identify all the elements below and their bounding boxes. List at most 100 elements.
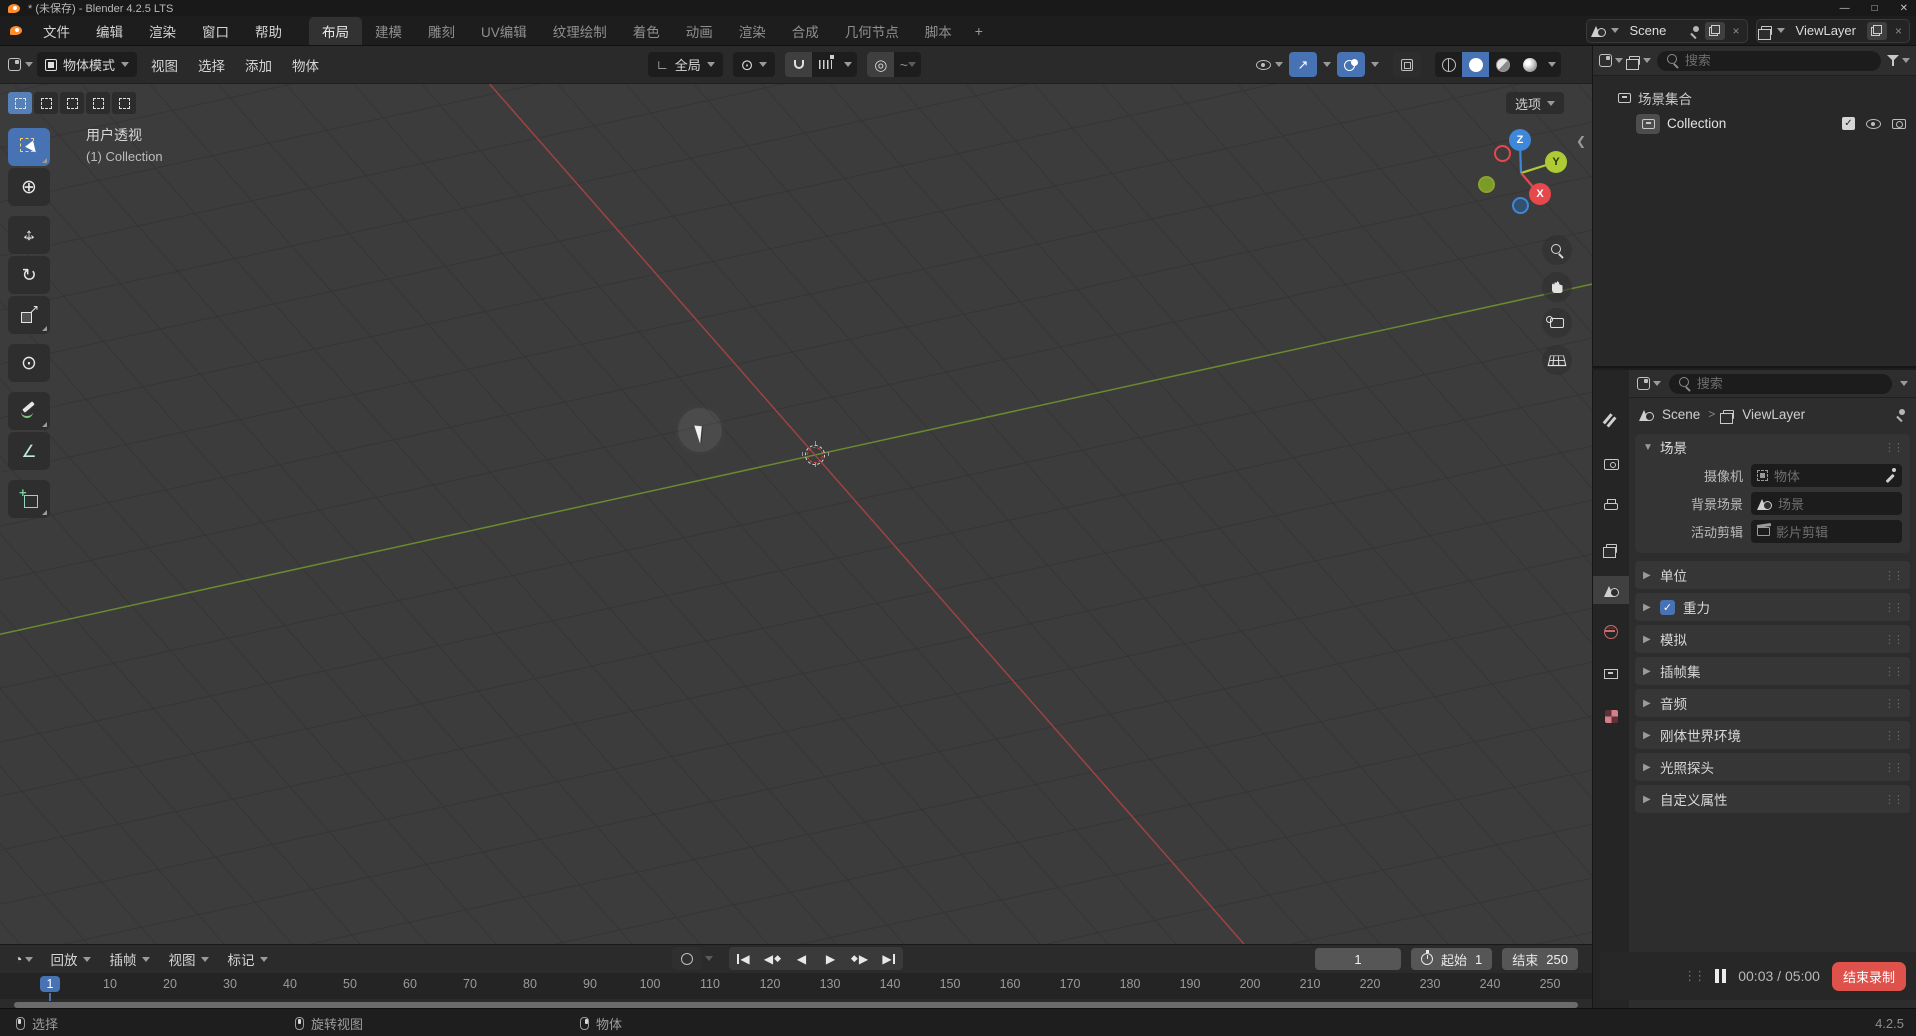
unlink-scene-button[interactable]: ×: [1730, 24, 1743, 38]
panel-grip[interactable]: ⋮⋮: [1884, 569, 1902, 582]
camera-view-button[interactable]: [1542, 308, 1572, 338]
current-frame-field[interactable]: 1: [1315, 948, 1401, 970]
shading-wireframe-button[interactable]: [1435, 52, 1462, 77]
workspace-tab[interactable]: 雕刻: [415, 17, 468, 45]
viewport-menu-item[interactable]: 视图: [141, 55, 188, 75]
chevron-down-icon[interactable]: [1611, 28, 1619, 33]
pin-icon[interactable]: [1689, 25, 1700, 37]
next-keyframe-button[interactable]: ◆▶: [845, 947, 874, 970]
collapsed-panel-header[interactable]: ▶ ✓ 光照探头 ⋮⋮: [1635, 753, 1910, 781]
outliner-search[interactable]: [1657, 51, 1881, 71]
scene-collection-row[interactable]: 场景集合: [1603, 86, 1906, 110]
frame-tick[interactable]: 220: [1340, 973, 1400, 999]
render-camera-icon[interactable]: [1892, 119, 1906, 129]
panel-grip[interactable]: ⋮⋮: [1884, 665, 1902, 678]
outliner-filter[interactable]: [1887, 55, 1910, 66]
play-reverse-button[interactable]: ◀: [787, 947, 816, 970]
pin-icon[interactable]: [1895, 408, 1906, 420]
topbar-menu-item[interactable]: 编辑: [83, 21, 136, 41]
select-mode-invert-icon[interactable]: [86, 92, 110, 114]
scene-icon[interactable]: [1591, 24, 1606, 37]
collapsed-panel-header[interactable]: ▶ ✓ 自定义属性 ⋮⋮: [1635, 785, 1910, 813]
collapsed-panel-header[interactable]: ▶ ✓ 刚体世界环境 ⋮⋮: [1635, 721, 1910, 749]
breadcrumb-viewlayer[interactable]: ViewLayer: [1742, 407, 1805, 422]
frame-tick[interactable]: 140: [860, 973, 920, 999]
gizmo-minus-x-ball[interactable]: [1494, 145, 1511, 162]
frame-tick[interactable]: 10: [80, 973, 140, 999]
panel-grip[interactable]: ⋮⋮: [1884, 601, 1902, 614]
proportional-falloff-selector[interactable]: ~: [894, 52, 921, 77]
outliner-editor-selector[interactable]: [1599, 54, 1623, 67]
frame-tick[interactable]: 20: [140, 973, 200, 999]
select-mode-subtract-icon[interactable]: [60, 92, 84, 114]
property-field[interactable]: 物体: [1751, 464, 1902, 487]
stopwatch-icon[interactable]: [1421, 953, 1433, 965]
options-button[interactable]: 选项: [1506, 92, 1564, 114]
panel-grip[interactable]: ⋮⋮: [1884, 633, 1902, 646]
timeline-menu-item[interactable]: 标记: [218, 949, 277, 969]
breadcrumb-scene[interactable]: Scene: [1662, 407, 1700, 422]
outliner-search-input[interactable]: [1685, 53, 1871, 68]
shading-solid-button[interactable]: [1462, 52, 1489, 77]
frame-tick[interactable]: 250: [1520, 973, 1580, 999]
workspace-tab[interactable]: 建模: [362, 17, 415, 45]
tool-button[interactable]: [8, 256, 50, 294]
timeline-menu-item[interactable]: 视图: [159, 949, 218, 969]
tool-button[interactable]: [8, 216, 50, 254]
frame-tick[interactable]: 50: [320, 973, 380, 999]
zoom-button[interactable]: [1542, 235, 1572, 265]
frame-tick[interactable]: 230: [1400, 973, 1460, 999]
timeline-menu-item[interactable]: 插帧: [100, 949, 159, 969]
checkbox-icon[interactable]: ✓: [1842, 117, 1855, 130]
collapse-sidebar-arrow[interactable]: ❮: [1576, 134, 1586, 148]
workspace-tab[interactable]: UV编辑: [468, 17, 540, 45]
timeline-editor-selector[interactable]: ◔: [8, 951, 39, 967]
viewport-menu-item[interactable]: 添加: [235, 55, 282, 75]
playhead[interactable]: [49, 993, 51, 1001]
jump-to-start-button[interactable]: ◀: [729, 947, 758, 970]
chevron-down-icon[interactable]: [1323, 62, 1331, 67]
collapsed-panel-header[interactable]: ▶ ✓ 重力 ⋮⋮: [1635, 593, 1910, 621]
play-button[interactable]: ▶: [816, 947, 845, 970]
previous-keyframe-button[interactable]: ◀◆: [758, 947, 787, 970]
frame-tick[interactable]: 190: [1160, 973, 1220, 999]
pause-icon[interactable]: [1715, 969, 1726, 983]
snap-dropdown[interactable]: [839, 52, 857, 77]
shading-dropdown[interactable]: [1543, 52, 1561, 77]
eye-icon[interactable]: [1866, 119, 1881, 129]
shading-material-button[interactable]: [1489, 52, 1516, 77]
navigation-gizmo[interactable]: Z Y X: [1470, 118, 1590, 233]
auto-keying-toggle[interactable]: [672, 947, 701, 970]
object-visibility-selector[interactable]: [1256, 60, 1283, 70]
blender-menu-button[interactable]: [0, 22, 30, 40]
scene-name[interactable]: Scene: [1624, 23, 1684, 38]
workspace-tab[interactable]: 动画: [673, 17, 726, 45]
timeline-menu-item[interactable]: 回放: [41, 949, 100, 969]
viewport-menu-item[interactable]: 选择: [188, 55, 235, 75]
properties-tab[interactable]: [1593, 534, 1629, 562]
frame-tick[interactable]: 60: [380, 973, 440, 999]
frame-start-field[interactable]: 起始 1: [1411, 948, 1492, 970]
timeline-ruler[interactable]: 1102030405060708090100110120130140150160…: [0, 973, 1592, 999]
add-workspace-button[interactable]: +: [965, 23, 993, 39]
frame-tick[interactable]: 100: [620, 973, 680, 999]
properties-editor-selector[interactable]: [1637, 377, 1661, 390]
property-field[interactable]: 影片剪辑: [1751, 520, 1902, 543]
tool-button[interactable]: [8, 296, 50, 334]
drag-handle-icon[interactable]: ⋮⋮: [1683, 968, 1703, 984]
snap-with-selector[interactable]: [812, 52, 839, 77]
select-mode-new-icon[interactable]: [8, 92, 32, 114]
collapsed-panel-header[interactable]: ▶ ✓ 音频 ⋮⋮: [1635, 689, 1910, 717]
panel-grip[interactable]: ⋮⋮: [1884, 761, 1902, 774]
gizmo-z-ball[interactable]: Z: [1509, 129, 1531, 151]
transform-orientation-selector[interactable]: ∟ 全局: [648, 52, 723, 77]
editor-type-selector[interactable]: [8, 58, 33, 71]
frame-tick[interactable]: 180: [1100, 973, 1160, 999]
mode-selector[interactable]: 物体模式: [37, 52, 137, 77]
chevron-down-icon[interactable]: [1900, 381, 1908, 386]
frame-tick[interactable]: 240: [1460, 973, 1520, 999]
properties-search[interactable]: [1669, 374, 1892, 394]
tool-button[interactable]: [8, 168, 50, 206]
properties-tab[interactable]: [1593, 702, 1629, 730]
workspace-tab[interactable]: 几何节点: [832, 17, 912, 45]
